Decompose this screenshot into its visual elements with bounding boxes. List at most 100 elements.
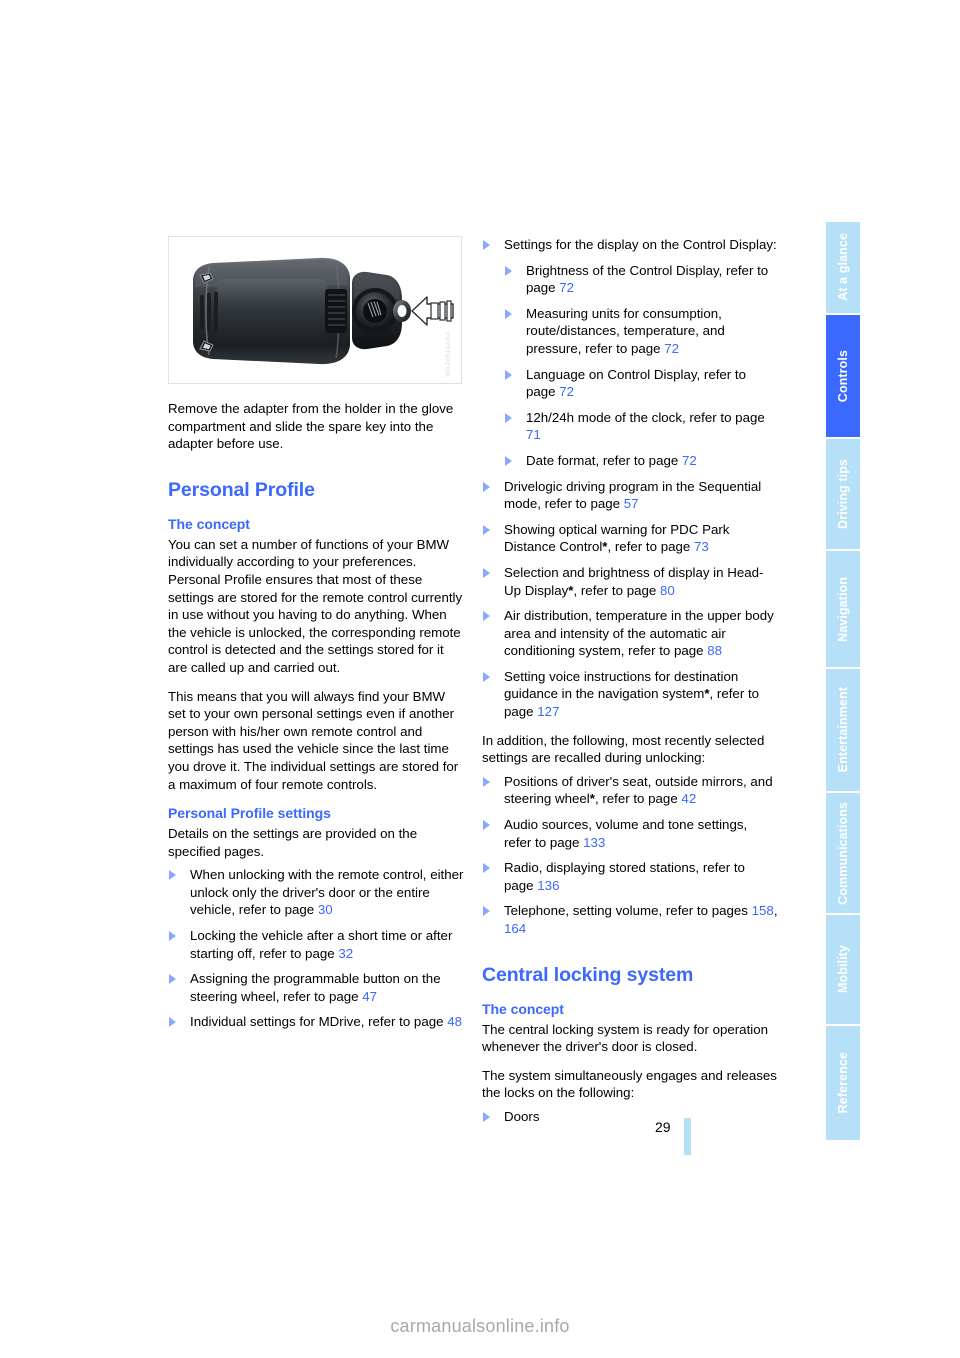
triangle-bullet-icon: [483, 611, 490, 622]
page-reference-link-secondary[interactable]: 164: [504, 921, 526, 936]
list-item: Brightness of the Control Display, refer…: [504, 262, 778, 297]
page-reference-link[interactable]: 88: [707, 643, 722, 658]
triangle-bullet-icon: [169, 974, 176, 985]
central-locking-paragraph-1: The central locking system is ready for …: [482, 1021, 769, 1055]
list-item-text: Audio sources, volume and tone settings,…: [504, 817, 748, 850]
list-item-text: Telephone, setting volume, refer to page…: [504, 903, 752, 919]
list-item: Selection and brightness of display in H…: [482, 564, 778, 599]
sidebar-tab-label: At a glance: [836, 233, 850, 302]
list-item-text: 12h/24h mode of the clock, refer to page: [526, 409, 765, 425]
page-reference-link[interactable]: 42: [681, 791, 696, 806]
triangle-bullet-icon: [169, 1017, 176, 1028]
triangle-bullet-icon: [483, 240, 490, 250]
list-item: 12h/24h mode of the clock, refer to page…: [504, 409, 778, 444]
list-item-text: Air distribution, temperature in the upp…: [504, 608, 774, 659]
display-settings-list: Settings for the display on the Control …: [482, 236, 778, 470]
triangle-bullet-icon: [483, 1111, 490, 1122]
sidebar-tab-communications[interactable]: Communications: [826, 792, 860, 914]
additional-settings-list: Drivelogic driving program in the Sequen…: [482, 478, 778, 721]
key-adapter-figure: WAZ6516ASA: [168, 236, 462, 384]
triangle-bullet-icon: [483, 906, 490, 917]
triangle-bullet-icon: [483, 671, 490, 682]
page-reference-link[interactable]: 158: [752, 903, 774, 918]
sidebar-tab-at-a-glance[interactable]: At a glance: [826, 222, 860, 313]
list-item: Telephone, setting volume, refer to page…: [482, 902, 778, 937]
figure-watermark: WAZ6516ASA: [445, 331, 453, 377]
site-watermark: carmanualsonline.info: [390, 1316, 570, 1336]
page-number: 29: [655, 1119, 671, 1135]
triangle-bullet-icon: [505, 369, 512, 380]
sidebar-tab-label: Communications: [836, 801, 850, 905]
page-reference-link[interactable]: 136: [537, 878, 559, 893]
triangle-bullet-icon: [505, 308, 512, 319]
central-locking-items-list: Doors: [482, 1108, 778, 1126]
list-item: Locking the vehicle after a short time o…: [168, 927, 464, 962]
subheading-the-concept: The concept: [168, 515, 250, 532]
personal-profile-settings-list: When unlocking with the remote control, …: [168, 866, 464, 1031]
sidebar-tab-reference[interactable]: Reference: [826, 1025, 860, 1140]
page-title-personal-profile: Personal Profile: [168, 478, 315, 501]
page-reference-link[interactable]: 73: [694, 539, 709, 554]
sidebar-tab-label: Reference: [836, 1052, 850, 1114]
page-number-bar: [684, 1118, 691, 1155]
page-reference-link[interactable]: 127: [537, 704, 559, 719]
page-reference-link[interactable]: 80: [660, 583, 675, 598]
list-item: Showing optical warning for PDC Park Dis…: [482, 521, 778, 556]
sidebar-tab-entertainment[interactable]: Entertainment: [826, 668, 860, 791]
list-item-text: Doors: [504, 1108, 540, 1124]
list-item-text: , refer to page: [607, 539, 694, 555]
list-item-text: Assigning the programmable button on the…: [190, 971, 441, 1004]
list-item: Settings for the display on the Control …: [482, 236, 778, 470]
triangle-bullet-icon: [505, 412, 512, 423]
page-reference-link[interactable]: 57: [624, 496, 639, 511]
sidebar-tab-label: Driving tips: [836, 459, 850, 530]
page-reference-link[interactable]: 30: [318, 902, 333, 917]
sidebar-tab-navigation[interactable]: Navigation: [826, 551, 860, 667]
page-reference-link[interactable]: 48: [447, 1014, 462, 1029]
sidebar-tab-label: Navigation: [836, 576, 850, 642]
list-item: Radio, displaying stored stations, refer…: [482, 859, 778, 894]
sidebar-tab-mobility[interactable]: Mobility: [826, 915, 860, 1024]
recalled-settings-list: Positions of driver's seat, outside mirr…: [482, 773, 778, 938]
sidebar-tab-controls[interactable]: Controls: [826, 314, 860, 437]
settings-intro: Details on the settings are provided on …: [168, 826, 418, 859]
list-item: Drivelogic driving program in the Sequen…: [482, 478, 778, 513]
manual-page: At a glance Controls Driving tips Navigatio…: [0, 0, 960, 1358]
page-reference-link[interactable]: 72: [664, 341, 679, 356]
list-item: When unlocking with the remote control, …: [168, 866, 464, 919]
triangle-bullet-icon: [483, 863, 490, 874]
right-column: Settings for the display on the Control …: [482, 236, 778, 1126]
page-reference-link[interactable]: 72: [559, 280, 574, 295]
list-item: Measuring units for consumption, route/d…: [504, 305, 778, 358]
page-reference-link[interactable]: 71: [526, 427, 541, 442]
page-reference-link[interactable]: 72: [682, 453, 697, 468]
list-item: Date format, refer to page 72: [504, 452, 778, 470]
page-reference-link[interactable]: 72: [559, 384, 574, 399]
page-title-central-locking: Central locking system: [482, 963, 694, 986]
page-reference-link[interactable]: 32: [338, 946, 353, 961]
recall-intro: In addition, the following, most recentl…: [482, 732, 765, 766]
list-item: Setting voice instructions for destinati…: [482, 668, 778, 721]
page-reference-link[interactable]: 133: [583, 835, 605, 850]
list-item-text: , refer to page: [594, 791, 682, 807]
triangle-bullet-icon: [483, 820, 490, 831]
figure-caption: Remove the adapter from the holder in th…: [168, 401, 454, 452]
list-item: Positions of driver's seat, outside mirr…: [482, 773, 778, 808]
list-item: Doors: [482, 1108, 778, 1126]
left-column: WAZ6516ASA Remove the adapter from the h…: [168, 236, 464, 1031]
list-item-text: Date format, refer to page: [526, 452, 682, 468]
concept-paragraph-2: This means that you will always find you…: [168, 688, 459, 792]
page-reference-link[interactable]: 47: [362, 989, 377, 1004]
list-item: Language on Control Display, refer to pa…: [504, 366, 778, 401]
sidebar-tab-label: Mobility: [836, 945, 850, 994]
triangle-bullet-icon: [483, 567, 490, 578]
triangle-bullet-icon: [483, 481, 490, 492]
list-item-text: Individual settings for MDrive, refer to…: [190, 1014, 448, 1030]
sidebar-tab-driving-tips[interactable]: Driving tips: [826, 438, 860, 550]
triangle-bullet-icon: [483, 524, 490, 535]
list-item-text: , refer to page: [573, 582, 660, 598]
concept-paragraph-1: You can set a number of functions of you…: [168, 536, 463, 675]
display-settings-lead: Settings for the display on the Control …: [504, 237, 777, 252]
triangle-bullet-icon: [505, 455, 512, 466]
list-item: Assigning the programmable button on the…: [168, 970, 464, 1005]
